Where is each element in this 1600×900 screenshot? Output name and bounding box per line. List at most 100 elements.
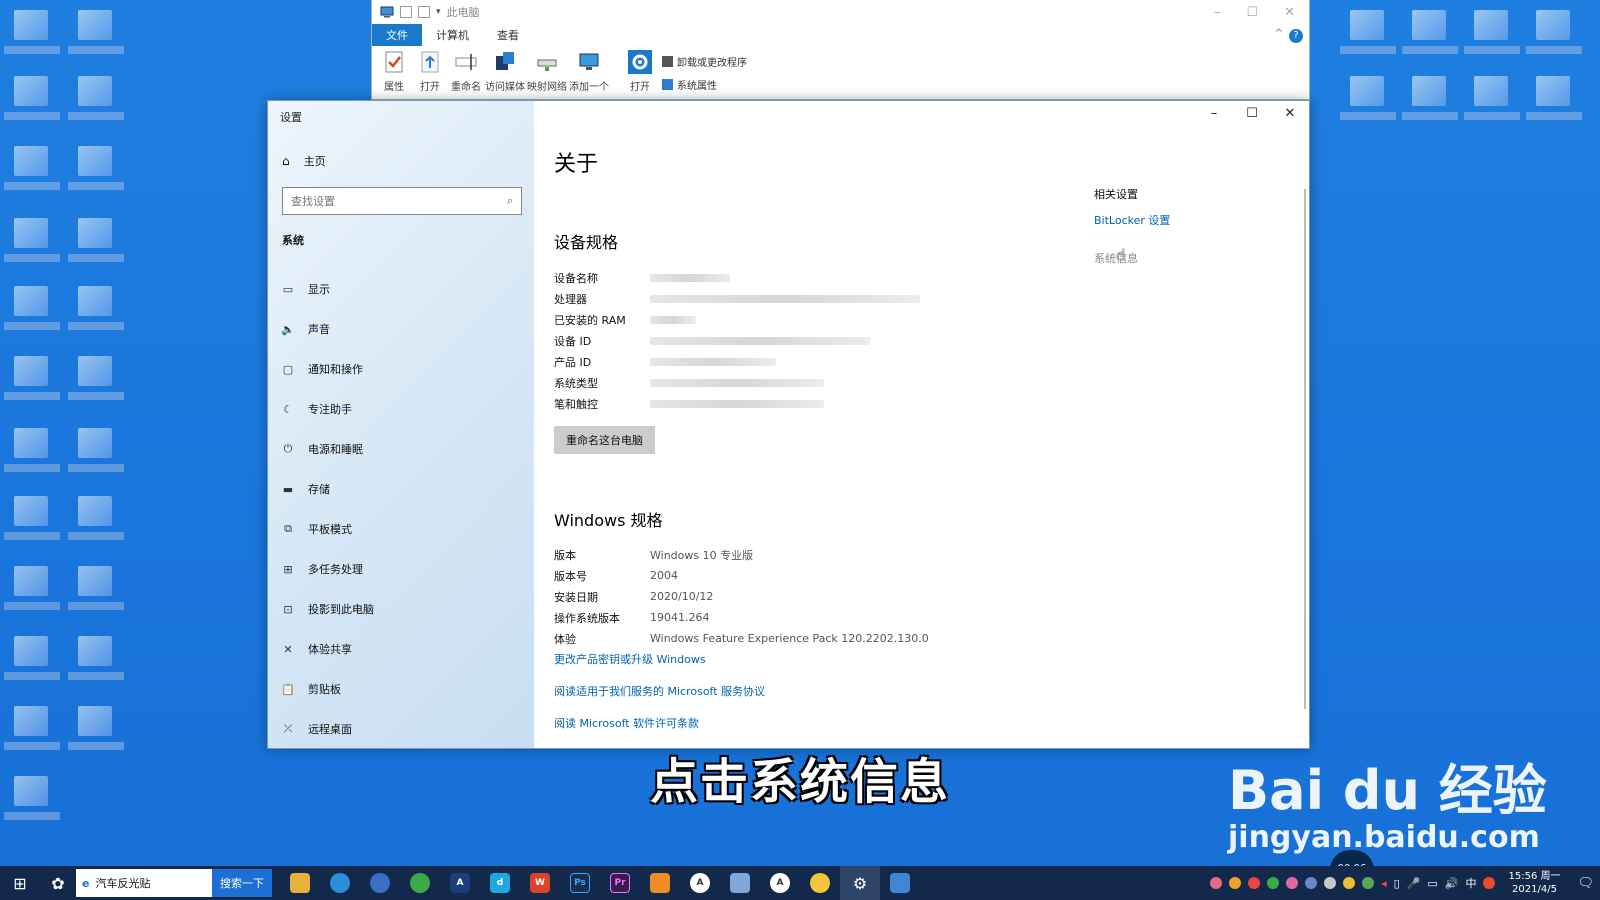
- desktop-icon[interactable]: [68, 496, 124, 540]
- chevron-left-icon[interactable]: ◂: [1381, 877, 1387, 890]
- desktop-icon[interactable]: [1402, 10, 1458, 54]
- desktop-icon[interactable]: [4, 356, 60, 400]
- sidebar-item-power-sleep[interactable]: ⏻ 电源和睡眠: [282, 429, 374, 469]
- maximize-icon[interactable]: ☐: [1246, 5, 1258, 20]
- desktop-icon[interactable]: [1526, 10, 1582, 54]
- properties-qat-icon[interactable]: [400, 6, 412, 18]
- desktop-icon[interactable]: [4, 636, 60, 680]
- sidebar-item-multitasking[interactable]: ⊞ 多任务处理: [282, 549, 374, 589]
- volume-icon[interactable]: 🔊: [1445, 877, 1459, 890]
- sidebar-item-display[interactable]: ▭ 显示: [282, 269, 374, 309]
- taskbar-app-browser[interactable]: [320, 866, 360, 900]
- ribbon-properties-button[interactable]: 属性: [376, 50, 412, 93]
- assistant-icon[interactable]: ✿: [40, 874, 76, 893]
- desktop-icon[interactable]: [68, 636, 124, 680]
- taskbar-app-notes[interactable]: [720, 866, 760, 900]
- ribbon-add-location-button[interactable]: 添加一个: [568, 50, 610, 93]
- sidebar-item-projecting[interactable]: ⊡ 投影到此电脑: [282, 589, 374, 629]
- input-language[interactable]: 中: [1465, 875, 1476, 891]
- tab-file[interactable]: 文件: [372, 24, 422, 46]
- taskbar-app-a[interactable]: A: [440, 866, 480, 900]
- desktop-icon[interactable]: [1526, 76, 1582, 120]
- desktop-icon[interactable]: [4, 10, 60, 54]
- desktop-icon[interactable]: [68, 146, 124, 190]
- taskbar-app-this-pc[interactable]: [880, 866, 920, 900]
- sogou-input-icon[interactable]: [1483, 877, 1496, 889]
- desktop-icon[interactable]: [1402, 76, 1458, 120]
- taskbar-app-a3[interactable]: A: [760, 866, 800, 900]
- taskbar-app-search[interactable]: [360, 866, 400, 900]
- services-agreement-link[interactable]: 阅读适用于我们服务的 Microsoft 服务协议: [554, 683, 765, 699]
- usb-icon[interactable]: ▯: [1394, 877, 1400, 890]
- search-icon[interactable]: ⌕: [507, 194, 513, 208]
- taskbar-app-a2[interactable]: A: [680, 866, 720, 900]
- tray-app-icon[interactable]: [1248, 877, 1261, 889]
- desktop-icon[interactable]: [68, 286, 124, 330]
- taskbar-app-wps[interactable]: W: [520, 866, 560, 900]
- help-icon[interactable]: ?: [1289, 29, 1303, 43]
- desktop-icon[interactable]: [68, 566, 124, 610]
- desktop-icon[interactable]: [4, 146, 60, 190]
- desktop-icon[interactable]: [4, 286, 60, 330]
- tray-app-icon[interactable]: [1210, 877, 1223, 889]
- chevron-down-icon[interactable]: ▾: [436, 7, 441, 17]
- system-info-link[interactable]: 系统信息: [1094, 250, 1170, 266]
- desktop-icon[interactable]: [4, 566, 60, 610]
- maximize-icon[interactable]: ☐: [1233, 101, 1271, 127]
- tab-view[interactable]: 查看: [483, 24, 533, 46]
- taskbar-app-green[interactable]: [400, 866, 440, 900]
- desktop-icon[interactable]: [4, 706, 60, 750]
- desktop-icon[interactable]: [4, 218, 60, 262]
- taskbar-app-d[interactable]: d: [480, 866, 520, 900]
- sidebar-item-shared-experiences[interactable]: ✕ 体验共享: [282, 629, 374, 669]
- license-terms-link[interactable]: 阅读 Microsoft 软件许可条款: [554, 715, 699, 731]
- tray-app-icon[interactable]: [1305, 877, 1318, 889]
- minimize-icon[interactable]: –: [1214, 5, 1221, 20]
- windows-start-icon[interactable]: ⊞: [0, 874, 40, 893]
- settings-search-input[interactable]: [291, 194, 507, 208]
- desktop-icon[interactable]: [1340, 10, 1396, 54]
- desktop-icon[interactable]: [68, 356, 124, 400]
- ribbon-map-network-button[interactable]: 映射网络: [526, 50, 568, 93]
- desktop-icon[interactable]: [68, 218, 124, 262]
- taskbar-app-settings[interactable]: ⚙: [840, 866, 880, 900]
- tray-app-icon[interactable]: [1267, 877, 1280, 889]
- desktop-icon[interactable]: [68, 10, 124, 54]
- ribbon-open-button[interactable]: 打开: [412, 50, 448, 93]
- microphone-icon[interactable]: 🎤: [1407, 877, 1421, 890]
- ribbon-uninstall-programs[interactable]: 卸载或更改程序: [662, 54, 747, 69]
- home-nav-item[interactable]: ⌂ 主页: [282, 153, 326, 169]
- ribbon-system-properties[interactable]: 系统属性: [662, 77, 747, 92]
- collapse-ribbon-icon[interactable]: ^: [1275, 28, 1283, 39]
- desktop-icon[interactable]: [1340, 76, 1396, 120]
- taskbar-search-button[interactable]: 搜索一下: [212, 869, 272, 897]
- desktop-icon[interactable]: [4, 496, 60, 540]
- network-icon[interactable]: ▭: [1427, 877, 1437, 890]
- sidebar-item-sound[interactable]: 🔈 声音: [281, 309, 374, 349]
- minimize-icon[interactable]: –: [1195, 101, 1233, 127]
- taskbar-app-orange[interactable]: [640, 866, 680, 900]
- taskbar-app-premiere[interactable]: Pr: [600, 866, 640, 900]
- desktop-icon[interactable]: [4, 76, 60, 120]
- ribbon-rename-button[interactable]: 重命名: [448, 50, 484, 93]
- desktop-icon[interactable]: [68, 706, 124, 750]
- tray-app-icon[interactable]: [1286, 877, 1299, 889]
- taskbar-clock[interactable]: 15:56 周一 2021/4/5: [1508, 870, 1560, 896]
- sidebar-item-storage[interactable]: ▬ 存储: [282, 469, 374, 509]
- new-folder-qat-icon[interactable]: [418, 6, 430, 18]
- taskbar-app-photoshop[interactable]: Ps: [560, 866, 600, 900]
- desktop-icon[interactable]: [4, 428, 60, 472]
- tray-app-icon[interactable]: [1229, 877, 1242, 889]
- desktop-icon[interactable]: [1464, 76, 1520, 120]
- sidebar-item-tablet-mode[interactable]: ⧉ 平板模式: [282, 509, 374, 549]
- tray-app-icon[interactable]: [1362, 877, 1375, 889]
- content-scrollbar[interactable]: [1304, 189, 1306, 709]
- desktop-icon[interactable]: [1464, 10, 1520, 54]
- tray-app-icon[interactable]: [1343, 877, 1356, 889]
- desktop-icon[interactable]: [68, 428, 124, 472]
- settings-search-box[interactable]: ⌕: [282, 187, 522, 215]
- tab-computer[interactable]: 计算机: [422, 24, 483, 46]
- sidebar-item-clipboard[interactable]: 📋 剪贴板: [281, 669, 374, 709]
- tray-app-icon[interactable]: [1324, 877, 1337, 889]
- taskbar-search-box[interactable]: e 汽车反光贴: [76, 869, 212, 897]
